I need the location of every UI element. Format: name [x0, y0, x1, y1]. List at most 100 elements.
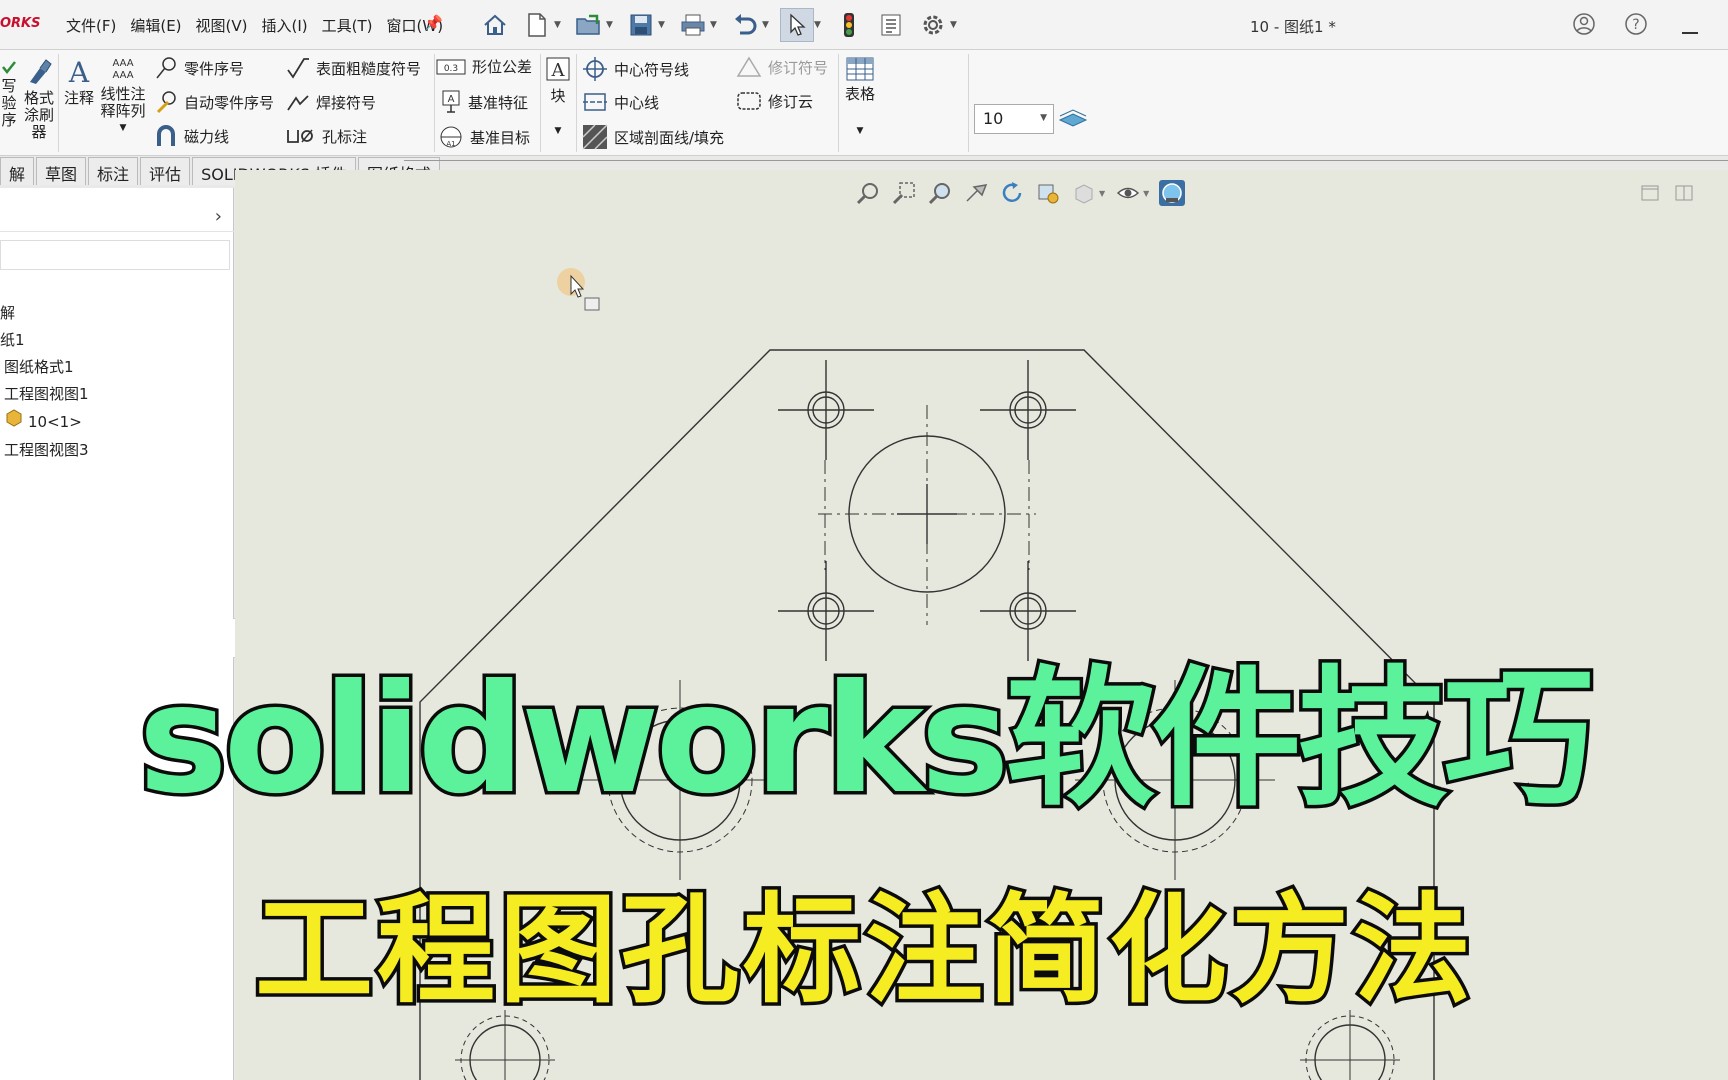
new-document-icon[interactable]: [520, 8, 554, 42]
redraw-icon[interactable]: [1035, 180, 1061, 206]
restore-viewport-icon[interactable]: [1640, 184, 1660, 206]
menu-view[interactable]: 视图(V): [196, 15, 248, 36]
tab-annotation-partial[interactable]: 解: [0, 157, 35, 185]
note-button[interactable]: A 注释: [60, 56, 98, 107]
area-hatch-button[interactable]: 区域剖面线/填充: [582, 124, 724, 150]
print-icon[interactable]: [676, 8, 710, 42]
chevron-right-icon[interactable]: ›: [215, 206, 222, 227]
table-button[interactable]: 表格 ▼: [840, 56, 880, 140]
datum-target-button[interactable]: A1 基准目标: [438, 124, 530, 150]
quick-access-toolbar: ▼ ▼ ▼ ▼ ▼ ▼ ▼: [478, 8, 960, 42]
tree-item-drawing-view-3[interactable]: 工程图视图3: [0, 437, 89, 464]
tree-item-sheet[interactable]: 纸1: [0, 327, 89, 354]
weld-symbol-label: 焊接符号: [316, 93, 377, 112]
select-cursor-icon[interactable]: [780, 8, 814, 42]
layer-properties-icon[interactable]: [1058, 108, 1088, 134]
revision-symbol-button[interactable]: 修订符号: [736, 56, 828, 78]
table-label: 表格: [844, 85, 875, 103]
menu-edit[interactable]: 编辑(E): [130, 15, 181, 36]
spell-check-label-3: 序: [1, 111, 17, 129]
zoom-to-area-icon[interactable]: [891, 180, 917, 206]
auto-balloon-label: 自动零件序号: [184, 93, 275, 112]
weld-symbol-button[interactable]: 焊接符号: [286, 90, 376, 114]
datum-feature-label: 基准特征: [468, 93, 529, 112]
center-mark-button[interactable]: 中心符号线: [582, 56, 689, 82]
hole-callout-button[interactable]: 孔标注: [286, 124, 367, 148]
linear-note-array-label: 线性注 释阵列: [100, 85, 146, 120]
revision-symbol-label: 修订符号: [768, 58, 829, 77]
tab-sketch[interactable]: 草图: [36, 157, 87, 185]
tree-item-annotations[interactable]: 解: [0, 300, 89, 327]
rotate-icon[interactable]: [999, 180, 1025, 206]
tree-item-sheet-format[interactable]: 图纸格式1: [0, 354, 89, 381]
display-style-icon[interactable]: [1071, 180, 1097, 206]
chevron-down-icon[interactable]: ▼: [1099, 189, 1105, 198]
center-mark-label: 中心符号线: [614, 60, 690, 79]
revision-cloud-button[interactable]: 修订云: [736, 90, 813, 112]
chevron-down-icon[interactable]: ▼: [762, 20, 772, 30]
maximize-viewport-icon[interactable]: [1674, 184, 1694, 206]
minimize-icon[interactable]: [1680, 20, 1700, 39]
surface-finish-button[interactable]: 表面粗糙度符号: [286, 56, 421, 80]
block-button[interactable]: A 块 ▼: [544, 56, 572, 140]
home-icon[interactable]: [478, 8, 512, 42]
chevron-down-icon: ▼: [1040, 113, 1047, 123]
magnetic-line-label: 磁力线: [184, 127, 230, 146]
svg-text:AAA: AAA: [112, 58, 133, 69]
layer-select[interactable]: 10 ▼: [974, 104, 1054, 134]
datum-feature-button[interactable]: A 基准特征: [440, 90, 528, 114]
balloon-button[interactable]: 零件序号: [154, 56, 244, 80]
spell-check-button[interactable]: 写 验 序: [0, 60, 18, 129]
pan-icon[interactable]: [963, 180, 989, 206]
gear-icon[interactable]: [916, 8, 950, 42]
chevron-down-icon[interactable]: ▼: [840, 123, 880, 140]
format-painter-label: 格式 涂刷 器: [23, 89, 54, 141]
chevron-down-icon[interactable]: ▼: [710, 20, 720, 30]
menu-tools[interactable]: 工具(T): [322, 15, 373, 36]
document-title: 10 - 图纸1 *: [1250, 18, 1336, 36]
chevron-down-icon[interactable]: ▼: [814, 20, 824, 30]
block-label: 块: [550, 87, 566, 105]
chevron-down-icon[interactable]: ▼: [554, 20, 564, 30]
zoom-to-fit-icon[interactable]: [855, 180, 881, 206]
panel-header: ›: [0, 202, 234, 232]
svg-text:A: A: [448, 94, 455, 105]
pin-icon[interactable]: 📌: [424, 14, 443, 32]
menu-insert[interactable]: 插入(I): [262, 15, 308, 36]
chevron-down-icon[interactable]: ▼: [606, 20, 616, 30]
rebuild-traffic-light-icon[interactable]: [832, 8, 866, 42]
chevron-down-icon[interactable]: ▼: [1143, 189, 1149, 198]
app-logo: ORKS: [0, 16, 41, 31]
magnetic-line-button[interactable]: 磁力线: [154, 124, 229, 148]
tab-dimension[interactable]: 标注: [88, 157, 139, 185]
menu-file[interactable]: 文件(F): [66, 15, 116, 36]
help-icon[interactable]: ?: [1624, 12, 1648, 40]
save-icon[interactable]: [624, 8, 658, 42]
hide-show-items-icon[interactable]: [1115, 180, 1141, 206]
tree-item-drawing-view-1[interactable]: 工程图视图1: [0, 381, 89, 408]
geometric-tolerance-button[interactable]: 0.3 形位公差: [436, 56, 532, 77]
filter-input[interactable]: [0, 240, 230, 270]
chevron-down-icon[interactable]: ▼: [950, 20, 960, 30]
file-properties-icon[interactable]: [874, 8, 908, 42]
spell-check-label-1: 写: [1, 77, 17, 95]
zoom-in-out-icon[interactable]: [927, 180, 953, 206]
centerline-button[interactable]: 中心线: [582, 90, 659, 114]
chevron-down-icon[interactable]: ▼: [658, 20, 668, 30]
tree-item-part[interactable]: 10<1>: [0, 408, 89, 437]
undo-icon[interactable]: [728, 8, 762, 42]
open-folder-icon[interactable]: [572, 8, 606, 42]
video-title-line-2: 工程图孔标注简化方法: [251, 881, 1475, 1019]
chevron-down-icon[interactable]: ▼: [544, 123, 572, 140]
scene-appearance-icon[interactable]: [1159, 180, 1186, 206]
format-painter-button[interactable]: 格式 涂刷 器: [22, 56, 56, 141]
chevron-down-icon[interactable]: ▼: [98, 120, 148, 137]
user-account-icon[interactable]: [1572, 12, 1596, 40]
command-manager-ribbon: 写 验 序 格式 涂刷 器 A 注释 AAA AAA 线性注 释阵列 ▼ 零件序号…: [0, 50, 1728, 156]
revision-cloud-label: 修订云: [768, 92, 814, 111]
svg-text:A: A: [68, 56, 90, 86]
linear-note-array-button[interactable]: AAA AAA 线性注 释阵列 ▼: [98, 56, 148, 137]
auto-balloon-button[interactable]: 自动零件序号: [154, 90, 274, 114]
mouse-cursor: [557, 268, 600, 311]
tab-evaluate[interactable]: 评估: [140, 157, 191, 185]
